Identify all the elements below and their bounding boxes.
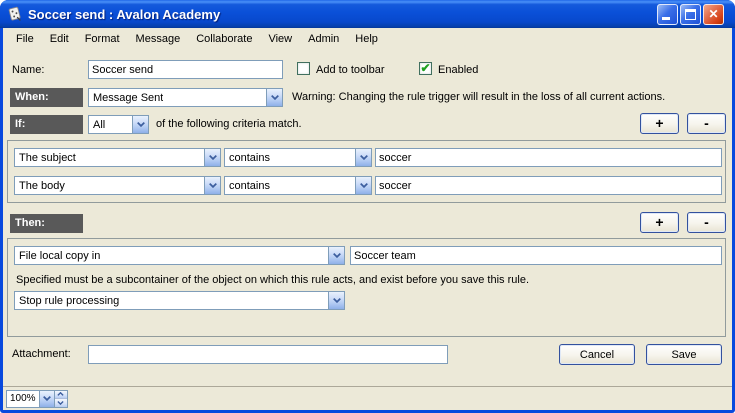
spinner-up-button[interactable] — [55, 391, 67, 399]
maximize-button[interactable] — [680, 4, 701, 25]
if-section-label: If: — [10, 115, 83, 134]
chevron-up-icon — [57, 392, 64, 396]
chevron-down-icon — [43, 396, 51, 401]
menu-edit[interactable]: Edit — [42, 30, 77, 48]
zoom-dropdown-button[interactable] — [39, 391, 54, 407]
then-add-action-button[interactable]: + — [640, 212, 679, 233]
zoom-value: 100% — [7, 391, 39, 407]
criterion-field-dropdown[interactable]: The body — [14, 176, 221, 195]
name-input[interactable] — [88, 60, 283, 79]
if-remove-criterion-button[interactable]: - — [687, 113, 726, 134]
menu-admin[interactable]: Admin — [300, 30, 347, 48]
menu-help[interactable]: Help — [347, 30, 386, 48]
chevron-down-icon — [266, 89, 282, 106]
then-section-label: Then: — [10, 214, 83, 233]
maximize-icon — [685, 9, 696, 20]
window-controls: ✕ — [657, 4, 724, 25]
menu-message[interactable]: Message — [128, 30, 189, 48]
name-label: Name: — [12, 64, 44, 76]
zoom-control: 100% — [6, 390, 68, 408]
spinner-down-button[interactable] — [55, 398, 67, 407]
minimize-button[interactable] — [657, 4, 678, 25]
zoom-spinner — [54, 391, 67, 407]
when-section-label: When: — [10, 88, 83, 107]
menu-file[interactable]: File — [8, 30, 42, 48]
if-match-dropdown[interactable]: All — [88, 115, 149, 134]
attachment-label: Attachment: — [12, 348, 71, 360]
cancel-button[interactable]: Cancel — [559, 344, 635, 365]
criterion-value-input[interactable] — [375, 148, 722, 167]
if-add-criterion-button[interactable]: + — [640, 113, 679, 134]
menu-format[interactable]: Format — [77, 30, 128, 48]
check-icon: ✔ — [420, 63, 430, 74]
then-remove-action-button[interactable]: - — [687, 212, 726, 233]
chevron-down-icon — [132, 116, 148, 133]
chevron-down-icon — [204, 149, 220, 166]
enabled-label: Enabled — [438, 64, 478, 76]
chevron-down-icon — [204, 177, 220, 194]
add-to-toolbar-label: Add to toolbar — [316, 64, 385, 76]
chevron-down-icon — [57, 401, 64, 405]
close-icon: ✕ — [704, 5, 723, 24]
window-icon — [7, 6, 23, 22]
menu-view[interactable]: View — [260, 30, 300, 48]
add-to-toolbar-checkbox[interactable] — [297, 62, 310, 75]
menu-bar: File Edit Format Message Collaborate Vie… — [3, 28, 732, 50]
action-type-dropdown[interactable]: File local copy in — [14, 246, 345, 265]
window-title: Soccer send : Avalon Academy — [28, 7, 220, 22]
chevron-down-icon — [355, 177, 371, 194]
stop-action-dropdown[interactable]: Stop rule processing — [14, 291, 345, 310]
criterion-operator-dropdown[interactable]: contains — [224, 148, 372, 167]
when-trigger-dropdown[interactable]: Message Sent — [88, 88, 283, 107]
chevron-down-icon — [328, 292, 344, 309]
criterion-field-dropdown[interactable]: The subject — [14, 148, 221, 167]
rule-editor-window: Soccer send : Avalon Academy ✕ File Edit… — [0, 0, 735, 413]
action-target-input[interactable] — [350, 246, 722, 265]
enabled-checkbox[interactable]: ✔ — [419, 62, 432, 75]
close-button[interactable]: ✕ — [703, 4, 724, 25]
if-suffix-text: of the following criteria match. — [156, 118, 302, 130]
criterion-operator-dropdown[interactable]: contains — [224, 176, 372, 195]
attachment-input[interactable] — [88, 345, 448, 364]
criterion-value-input[interactable] — [375, 176, 722, 195]
action-note-text: Specified must be a subcontainer of the … — [16, 274, 529, 286]
chevron-down-icon — [355, 149, 371, 166]
chevron-down-icon — [328, 247, 344, 264]
when-warning-text: Warning: Changing the rule trigger will … — [292, 91, 665, 103]
titlebar: Soccer send : Avalon Academy ✕ — [0, 0, 735, 28]
minimize-icon — [662, 17, 670, 20]
menu-collaborate[interactable]: Collaborate — [188, 30, 260, 48]
save-button[interactable]: Save — [646, 344, 722, 365]
status-bar: 100% — [3, 386, 732, 410]
